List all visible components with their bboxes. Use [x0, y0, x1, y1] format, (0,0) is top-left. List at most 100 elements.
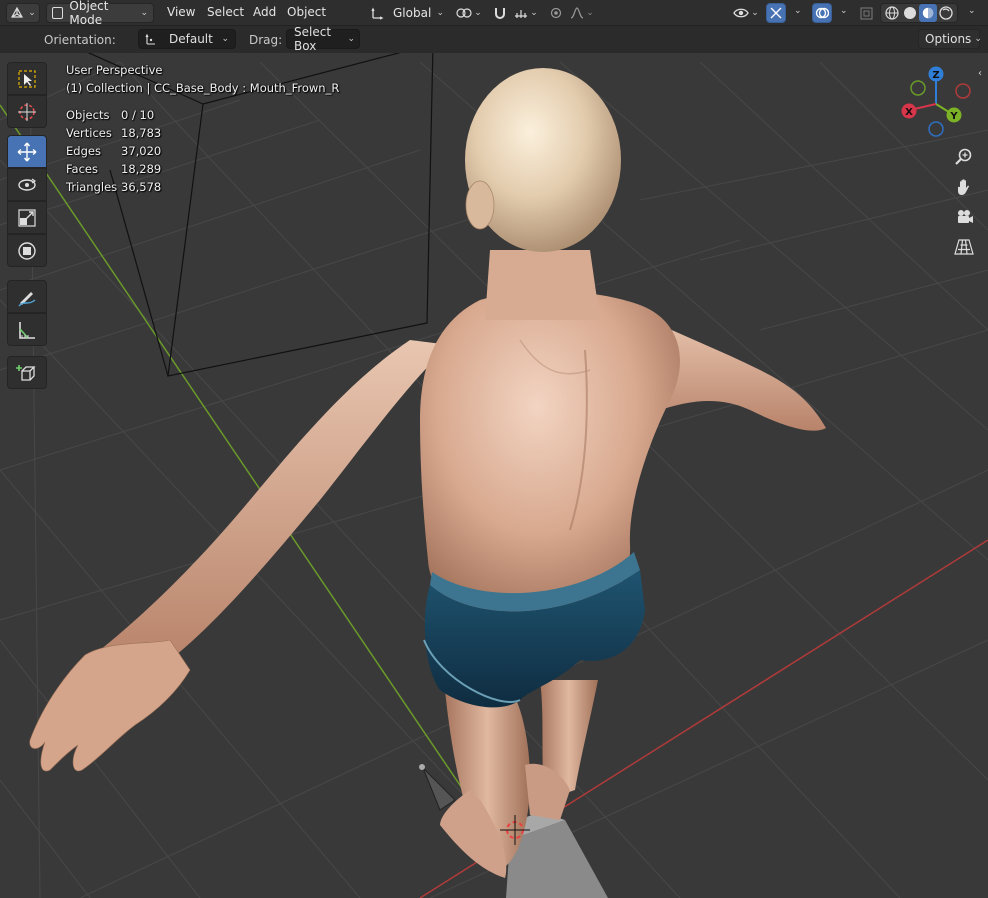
add-cube-icon: [16, 364, 36, 381]
drag-value: Select Box: [294, 25, 332, 53]
chevron-down-icon: ⌄: [347, 34, 355, 44]
measure-icon: [19, 321, 35, 339]
gizmo-neg-z[interactable]: [928, 121, 944, 137]
xray-toggle[interactable]: [857, 3, 875, 23]
stat-value: 36,578: [121, 180, 162, 194]
tool-settings-bar: Orientation: Default ⌄ Drag: Select Box …: [0, 25, 988, 53]
tool-measure[interactable]: [7, 313, 47, 346]
chevron-down-icon: ⌄: [140, 8, 148, 18]
object-mode-icon: [52, 7, 64, 19]
move-icon: [17, 142, 37, 161]
view-name: User Perspective: [66, 63, 163, 77]
scene-statistics: Objects 0 / 10 Vertices 18,783 Edges 37,020…: [66, 106, 161, 196]
menu-add[interactable]: Add: [253, 5, 276, 19]
gizmo-icon: [770, 7, 782, 19]
active-object-context: (1) Collection | CC_Base_Body : Mouth_Fr…: [66, 81, 340, 95]
menu-select[interactable]: Select: [207, 5, 244, 19]
options-dropdown[interactable]: Options ⌄: [918, 29, 982, 49]
transform-icon: [18, 241, 36, 260]
tool-add-cube[interactable]: [7, 356, 47, 389]
gizmo-neg-x[interactable]: [955, 83, 971, 99]
grid-perspective-icon: [954, 239, 974, 255]
xray-icon: [859, 6, 873, 20]
drag-label: Drag:: [249, 33, 283, 47]
scale-icon: [18, 208, 36, 227]
gizmo-x-label: X: [905, 107, 913, 118]
editor-type-button[interactable]: ⌄: [6, 3, 40, 23]
object-mesh-icon: [11, 6, 24, 18]
chevron-down-icon: ⌄: [974, 34, 982, 44]
torso: [420, 290, 680, 620]
stat-value: 0 / 10: [121, 108, 155, 122]
rotate-icon: [18, 178, 37, 191]
material-preview-shading-icon[interactable]: [919, 4, 937, 22]
gizmo-neg-y[interactable]: [910, 80, 926, 96]
chevron-down-icon: ⌄: [530, 8, 538, 18]
chevron-down-icon: ⌄: [28, 8, 36, 18]
visibility-dropdown[interactable]: ⌄: [730, 3, 762, 23]
navigation-gizmo[interactable]: Z Y X: [894, 62, 980, 148]
tool-annotate[interactable]: [7, 280, 47, 313]
pan-button[interactable]: [950, 174, 978, 200]
menu-view[interactable]: View: [167, 5, 195, 19]
tool-select-box[interactable]: [7, 62, 47, 95]
stat-row: Vertices 18,783: [66, 124, 161, 142]
drag-dropdown[interactable]: Select Box ⌄: [286, 25, 360, 53]
mode-dropdown[interactable]: Object Mode ⌄: [46, 0, 154, 27]
gizmo-y-label: Y: [949, 111, 958, 122]
gizmo-toggle[interactable]: [766, 3, 786, 23]
overlays-toggle[interactable]: [812, 3, 832, 23]
orientation-value: Default: [169, 32, 213, 46]
chevron-down-icon: ⌄: [221, 34, 229, 44]
orientation-default-icon: [145, 33, 155, 45]
shading-options-chevron-icon[interactable]: ⌄: [968, 6, 976, 16]
camera-object: [87, 53, 434, 377]
solid-shading-icon[interactable]: [902, 5, 918, 21]
ear: [465, 180, 495, 230]
magnet-icon: [495, 8, 505, 19]
rendered-shading-icon[interactable]: [938, 5, 954, 21]
camera-view-button[interactable]: [950, 204, 978, 230]
stat-row: Triangles 36,578: [66, 178, 161, 196]
stat-row: Edges 37,020: [66, 142, 161, 160]
orientation-dropdown[interactable]: Default ⌄: [138, 29, 236, 49]
wireframe-shading-icon[interactable]: [884, 5, 900, 21]
chevron-down-icon: ⌄: [436, 8, 444, 18]
snap-increment-icon: [515, 10, 528, 18]
menu-object[interactable]: Object: [287, 5, 326, 19]
tool-rotate[interactable]: [7, 168, 47, 201]
pivot-point-dropdown[interactable]: ⌄: [452, 3, 486, 23]
zoom-button[interactable]: [950, 144, 978, 170]
tool-scale[interactable]: [7, 201, 47, 234]
snap-target-dropdown[interactable]: ⌄: [510, 3, 542, 23]
proportional-edit-toggle[interactable]: [546, 3, 566, 23]
chevron-down-icon: ⌄: [474, 8, 482, 18]
left-hand: [29, 639, 191, 772]
stat-label: Faces: [66, 162, 98, 176]
tool-cursor[interactable]: [7, 95, 47, 128]
transform-orientation-dropdown[interactable]: Global ⌄: [366, 3, 448, 23]
overlays-icon: [815, 7, 829, 19]
gizmo-z-label: Z: [932, 70, 939, 81]
stat-label: Triangles: [66, 180, 118, 194]
annotate-icon: [18, 291, 36, 306]
falloff-dropdown[interactable]: ⌄: [566, 3, 598, 23]
stat-value: 18,289: [121, 162, 162, 176]
shading-mode-group: [880, 3, 958, 23]
stat-row: Objects 0 / 10: [66, 106, 161, 124]
stat-label: Vertices: [66, 126, 112, 140]
overlays-options-chevron-icon[interactable]: ⌄: [840, 6, 848, 16]
proportional-edit-icon: [550, 7, 562, 19]
tool-move[interactable]: [7, 135, 47, 168]
zoom-icon: [955, 148, 972, 165]
orientation-label: Orientation:: [44, 33, 116, 47]
light-object: [422, 767, 456, 811]
viewport-header: ⌄ Object Mode ⌄ View Select Add Object G…: [0, 0, 988, 27]
tool-transform[interactable]: [7, 234, 47, 267]
snap-toggle[interactable]: [490, 3, 510, 23]
gizmo-options-chevron-icon[interactable]: ⌄: [794, 6, 802, 16]
camera-icon: [958, 210, 973, 223]
cursor-icon: [18, 102, 36, 121]
stat-value: 18,783: [121, 126, 162, 140]
perspective-toggle-button[interactable]: [950, 234, 978, 260]
